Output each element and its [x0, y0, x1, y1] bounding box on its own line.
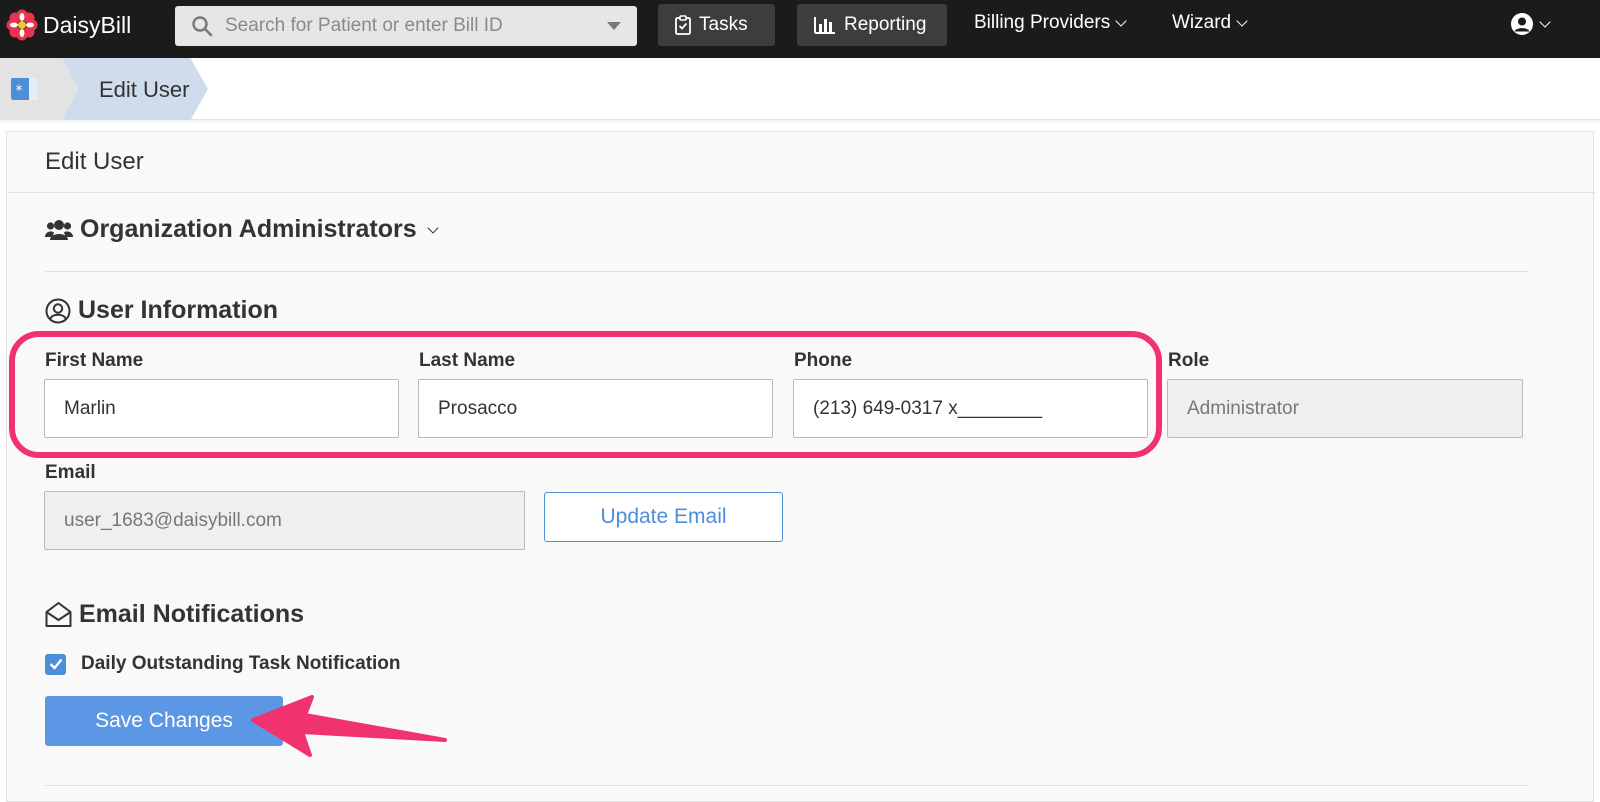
breadcrumb: * Edit User	[0, 58, 1600, 120]
daily-notification-row[interactable]: Daily Outstanding Task Notification	[45, 653, 401, 675]
chevron-down-icon	[1236, 15, 1248, 27]
email-notifications-heading: Email Notifications	[79, 600, 305, 628]
email-label: Email	[45, 462, 96, 483]
admin-card-icon: *	[11, 78, 37, 100]
save-changes-button[interactable]: Save Changes	[45, 696, 283, 746]
search-input[interactable]	[225, 12, 575, 40]
checkmark-icon	[49, 658, 62, 670]
chevron-down-icon	[1539, 16, 1551, 28]
user-circle-icon	[1511, 13, 1533, 35]
chevron-down-icon	[426, 221, 439, 234]
edit-user-card: Edit User Organization Administrators Us…	[6, 131, 1595, 802]
brand-logo[interactable]: DaisyBill	[6, 9, 131, 41]
bar-chart-icon	[814, 17, 835, 34]
org-admins-heading: Organization Administrators	[80, 215, 417, 243]
role-label: Role	[1168, 350, 1210, 371]
svg-text:*: *	[16, 83, 23, 99]
role-field: Administrator	[1167, 379, 1523, 438]
divider	[45, 785, 1529, 786]
user-info-heading: User Information	[78, 296, 279, 324]
user-circle-icon	[45, 298, 71, 323]
tasks-label: Tasks	[699, 14, 748, 35]
reporting-label: Reporting	[844, 14, 927, 35]
wizard-label: Wizard	[1172, 12, 1232, 33]
envelope-open-icon	[45, 602, 72, 627]
billing-providers-label: Billing Providers	[974, 12, 1111, 33]
update-email-button[interactable]: Update Email	[544, 492, 783, 542]
divider	[45, 271, 1529, 272]
patient-search[interactable]	[175, 6, 637, 46]
daily-notification-label: Daily Outstanding Task Notification	[81, 653, 401, 674]
chevron-down-icon	[1115, 15, 1127, 27]
user-info-heading-row: User Information	[45, 296, 278, 325]
user-menu[interactable]	[1510, 12, 1551, 36]
daily-notification-checkbox[interactable]	[45, 653, 66, 675]
reporting-button[interactable]: Reporting	[797, 4, 947, 46]
billing-providers-menu[interactable]: Billing Providers	[974, 12, 1127, 34]
org-admins-toggle[interactable]: Organization Administrators	[45, 215, 439, 244]
dropdown-caret-icon[interactable]	[607, 22, 621, 30]
annotation-highlight-box	[9, 331, 1162, 458]
top-navbar: DaisyBill Tasks Reporting Billing Provid…	[0, 0, 1600, 58]
email-field: user_1683@daisybill.com	[44, 491, 525, 550]
clipboard-check-icon	[675, 15, 691, 35]
breadcrumb-home[interactable]: *	[0, 58, 62, 120]
users-group-icon	[45, 219, 73, 240]
tasks-button[interactable]: Tasks	[658, 4, 775, 46]
breadcrumb-current: Edit User	[99, 77, 190, 102]
wizard-menu[interactable]: Wizard	[1172, 12, 1248, 34]
search-icon	[192, 16, 213, 37]
daisy-flower-icon	[6, 9, 38, 41]
email-notifications-heading-row: Email Notifications	[45, 600, 304, 629]
divider	[7, 192, 1595, 193]
page-title: Edit User	[45, 148, 144, 175]
brand-name: DaisyBill	[43, 11, 132, 38]
annotation-arrow-icon	[251, 695, 447, 757]
